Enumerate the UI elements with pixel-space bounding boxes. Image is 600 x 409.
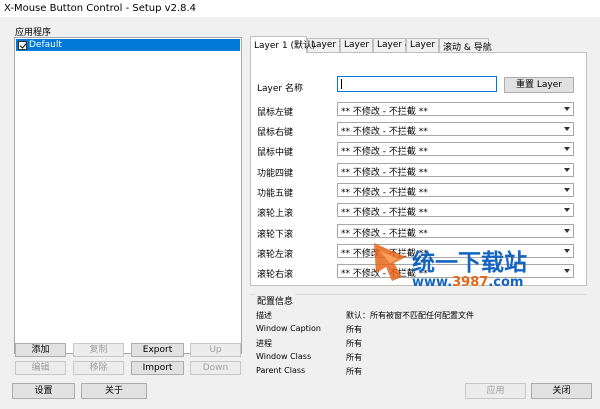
- right-button-select[interactable]: ** 不修改 - 不拦截 **: [337, 122, 574, 136]
- process-value: 所有: [346, 339, 362, 348]
- button-5-select[interactable]: ** 不修改 - 不拦截 **: [337, 183, 574, 197]
- description-value: 默认：所有被窗不匹配任何配置文件: [346, 311, 474, 320]
- about-button[interactable]: 关于: [81, 383, 147, 399]
- button-5-value: ** 不修改 - 不拦截 **: [341, 188, 428, 197]
- wheel-left-label: 滚轮左滚: [257, 250, 294, 260]
- close-button[interactable]: 关闭: [531, 383, 592, 399]
- middle-button-value: ** 不修改 - 不拦截 **: [341, 147, 428, 156]
- middle-button-select[interactable]: ** 不修改 - 不拦截 **: [337, 142, 574, 156]
- watermark-text: 统一下载站: [412, 250, 527, 276]
- list-item-default[interactable]: Default: [16, 39, 240, 51]
- button-4-value: ** 不修改 - 不拦截 **: [341, 168, 428, 177]
- export-button[interactable]: Export: [131, 343, 184, 357]
- left-button-value: ** 不修改 - 不拦截 **: [341, 107, 428, 116]
- window-caption-value: 所有: [346, 325, 362, 334]
- wheel-down-select[interactable]: ** 不修改 - 不拦截 **: [337, 224, 574, 238]
- button-5-label: 功能五键: [257, 189, 294, 199]
- button-4-select[interactable]: ** 不修改 - 不拦截 **: [337, 163, 574, 177]
- tab-layer-5[interactable]: Layer 5: [406, 38, 444, 52]
- window-caption-label: Window Caption: [256, 324, 321, 333]
- window-class-value: 所有: [346, 353, 362, 362]
- layer-name-input[interactable]: [337, 76, 497, 92]
- chevron-down-icon: [564, 208, 570, 212]
- window-title: X-Mouse Button Control - Setup v2.8.4: [0, 0, 600, 17]
- settings-button[interactable]: 设置: [12, 383, 75, 399]
- tab-scroll-navigation[interactable]: 滚动 & 导航: [439, 38, 492, 53]
- default-checkbox[interactable]: [18, 40, 27, 50]
- wheel-up-label: 滚轮上滚: [257, 209, 294, 219]
- config-info-title: 配置信息: [255, 294, 296, 307]
- application-list[interactable]: Default: [14, 37, 242, 354]
- url-suffix: .com: [488, 275, 524, 290]
- tab-layer-3[interactable]: Layer 3: [340, 38, 378, 52]
- chevron-down-icon: [564, 147, 570, 151]
- wheel-right-label: 滚轮右滚: [257, 270, 294, 280]
- apply-button[interactable]: 应用: [465, 383, 526, 399]
- chevron-down-icon: [564, 127, 570, 131]
- arrow-logo-icon: [374, 243, 406, 281]
- tab-layer-1[interactable]: Layer 1 (默认): [250, 36, 316, 53]
- wheel-up-select[interactable]: ** 不修改 - 不拦截 **: [337, 203, 574, 217]
- list-item-label: Default: [29, 40, 62, 50]
- right-button-value: ** 不修改 - 不拦截 **: [341, 127, 428, 136]
- copy-button[interactable]: 复制: [73, 343, 124, 357]
- left-button-select[interactable]: ** 不修改 - 不拦截 **: [337, 102, 574, 116]
- setup-dialog: 应用程序 Default 添加 复制 Export Up 编辑 移除 Impor…: [0, 17, 600, 409]
- edit-button[interactable]: 编辑: [15, 361, 66, 375]
- left-button-label: 鼠标左键: [257, 108, 294, 118]
- url-number: 3987: [452, 275, 489, 290]
- url-prefix: www.: [412, 275, 453, 290]
- description-label: 描述: [256, 311, 272, 320]
- up-button[interactable]: Up: [190, 343, 241, 357]
- down-button[interactable]: Down: [190, 361, 241, 375]
- process-label: 进程: [256, 339, 272, 348]
- wheel-up-value: ** 不修改 - 不拦截 **: [341, 208, 428, 217]
- remove-button[interactable]: 移除: [73, 361, 124, 375]
- middle-button-label: 鼠标中键: [257, 148, 294, 158]
- chevron-down-icon: [564, 107, 570, 111]
- chevron-down-icon: [564, 168, 570, 172]
- button-4-label: 功能四键: [257, 169, 294, 179]
- reset-layer-button[interactable]: 重置 Layer: [504, 77, 574, 93]
- add-button[interactable]: 添加: [15, 343, 66, 357]
- parent-class-value: 所有: [346, 367, 362, 376]
- tab-layer-4[interactable]: Layer 4: [373, 38, 411, 52]
- wheel-down-value: ** 不修改 - 不拦截 **: [341, 229, 428, 238]
- watermark-logo: 统一下载站 www.3987.com: [372, 241, 572, 303]
- text-caret: [341, 79, 342, 89]
- chevron-down-icon: [564, 188, 570, 192]
- chevron-down-icon: [564, 229, 570, 233]
- window-class-label: Window Class: [256, 352, 312, 361]
- watermark-url: www.3987.com: [412, 275, 523, 290]
- parent-class-label: Parent Class: [256, 366, 306, 375]
- wheel-down-label: 滚轮下滚: [257, 230, 294, 240]
- config-info-group: 配置信息 描述 默认：所有被窗不匹配任何配置文件 Window Caption …: [250, 294, 587, 376]
- layer-name-label: Layer 名称: [257, 84, 303, 94]
- import-button[interactable]: Import: [131, 361, 184, 375]
- right-button-label: 鼠标右键: [257, 128, 294, 138]
